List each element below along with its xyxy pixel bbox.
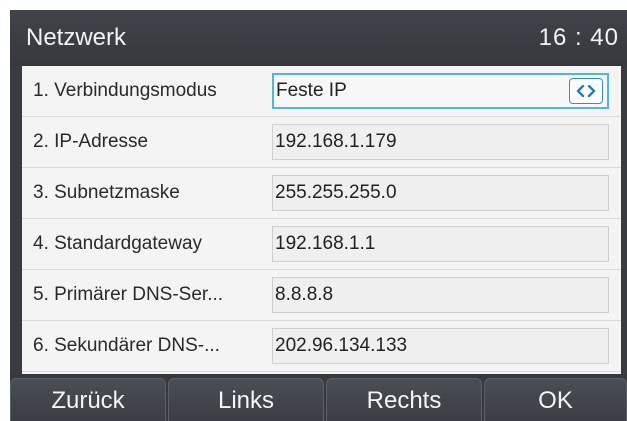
subnet-mask-field[interactable]: 255.255.255.0 <box>272 175 609 211</box>
settings-list: 1. Verbindungsmodus Feste IP 2. IP-Adres… <box>22 66 621 374</box>
row-secondary-dns[interactable]: 6. Sekundärer DNS-... 202.96.134.133 <box>22 321 621 372</box>
row-default-gateway[interactable]: 4. Standardgateway 192.168.1.1 <box>22 219 621 270</box>
clock: 16 : 40 <box>538 24 619 51</box>
row-ip-address[interactable]: 2. IP-Adresse 192.168.1.179 <box>22 117 621 168</box>
softkey-bar: Zurück Links Rechts OK <box>10 374 627 421</box>
row-primary-dns[interactable]: 5. Primärer DNS-Ser... 8.8.8.8 <box>22 270 621 321</box>
row-label: 4. Standardgateway <box>33 233 203 254</box>
row-label: 3. Subnetzmaske <box>33 182 180 203</box>
row-label: 1. Verbindungsmodus <box>33 80 217 101</box>
back-softkey[interactable]: Zurück <box>10 378 166 421</box>
row-connection-mode[interactable]: 1. Verbindungsmodus Feste IP <box>22 66 621 117</box>
primary-dns-field[interactable]: 8.8.8.8 <box>272 277 609 313</box>
ok-softkey[interactable]: OK <box>484 378 627 421</box>
row-label: 2. IP-Adresse <box>33 131 149 152</box>
page-title: Netzwerk <box>26 24 127 51</box>
field-value: Feste IP <box>276 80 347 101</box>
row-label: 6. Sekundärer DNS-... <box>33 335 220 356</box>
row-label: 5. Primärer DNS-Ser... <box>33 284 224 305</box>
phone-screen: Netzwerk 16 : 40 1. Verbindungsmodus Fes… <box>10 10 627 421</box>
connection-mode-select[interactable]: Feste IP <box>272 73 609 109</box>
left-right-arrows-icon[interactable] <box>569 78 603 104</box>
left-softkey[interactable]: Links <box>168 378 324 421</box>
default-gateway-field[interactable]: 192.168.1.1 <box>272 226 609 262</box>
ip-address-field[interactable]: 192.168.1.179 <box>272 124 609 160</box>
right-softkey[interactable]: Rechts <box>326 378 482 421</box>
title-bar: Netzwerk 16 : 40 <box>10 10 627 66</box>
secondary-dns-field[interactable]: 202.96.134.133 <box>272 328 609 364</box>
row-subnet-mask[interactable]: 3. Subnetzmaske 255.255.255.0 <box>22 168 621 219</box>
